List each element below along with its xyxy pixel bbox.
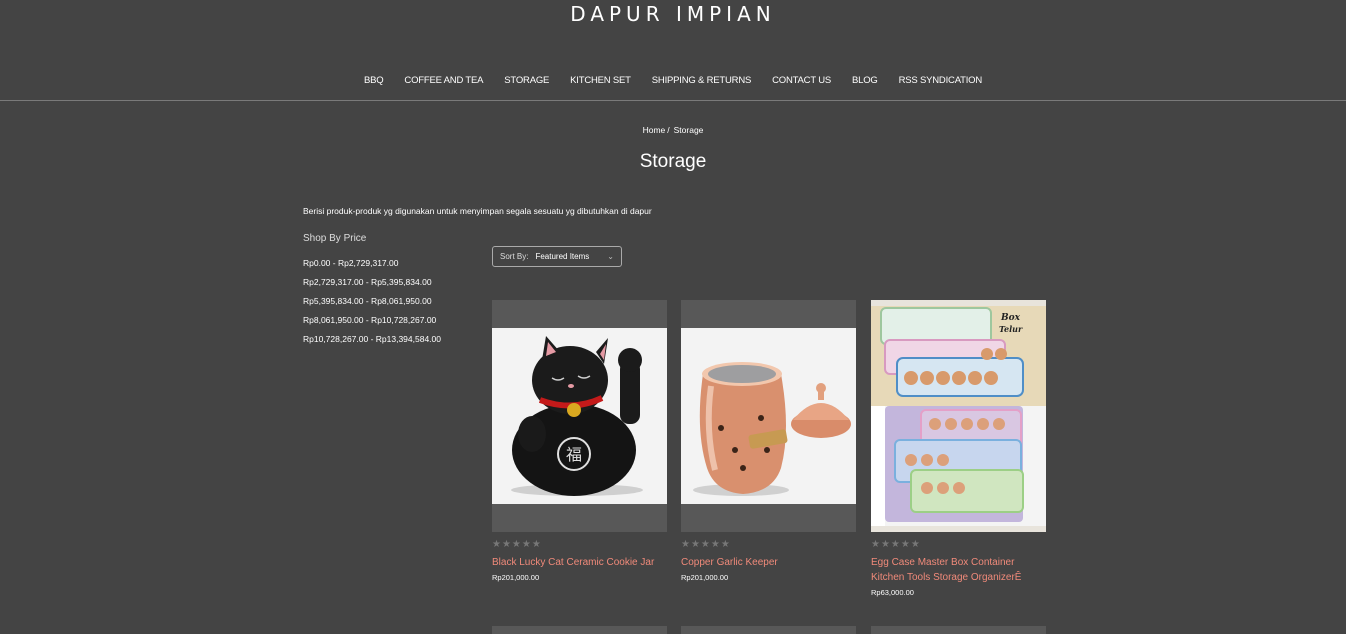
image-caption-telur: Telur bbox=[999, 324, 1023, 334]
price-range-link[interactable]: Rp5,395,834.00 - Rp8,061,950.00 bbox=[303, 292, 473, 311]
price-range-link[interactable]: Rp2,729,317.00 - Rp5,395,834.00 bbox=[303, 273, 473, 292]
nav-item-shipping-returns[interactable]: SHIPPING & RETURNS bbox=[652, 75, 752, 86]
main-nav: BBQ COFFEE AND TEA STORAGE KITCHEN SET S… bbox=[0, 75, 1346, 86]
product-price: Rp63,000.00 bbox=[871, 588, 914, 597]
product-price: Rp201,000.00 bbox=[681, 573, 729, 582]
product-card[interactable]: ★★★★★ Copper Garlic Keeper Rp201,000.00 bbox=[681, 300, 856, 582]
header-divider bbox=[0, 100, 1346, 101]
product-card-next-row[interactable] bbox=[492, 626, 667, 634]
price-filter-heading: Shop By Price bbox=[303, 233, 367, 244]
category-description: Berisi produk-produk yg digunakan untuk … bbox=[303, 206, 652, 216]
product-card-next-row[interactable] bbox=[681, 626, 856, 634]
breadcrumb-separator: / bbox=[667, 125, 670, 135]
price-filter-sidebar: Shop By Price Rp0.00 - Rp2,729,317.00 Rp… bbox=[303, 233, 473, 349]
breadcrumb-home[interactable]: Home bbox=[643, 125, 666, 135]
nav-item-contact-us[interactable]: CONTACT US bbox=[772, 75, 831, 86]
product-image[interactable]: Box Telur bbox=[871, 300, 1046, 532]
product-price: Rp201,000.00 bbox=[492, 573, 540, 582]
page-title: Storage bbox=[639, 151, 707, 172]
product-image[interactable]: 福 bbox=[492, 300, 667, 532]
price-range-link[interactable]: Rp0.00 - Rp2,729,317.00 bbox=[303, 254, 473, 273]
breadcrumb-current: Storage bbox=[673, 125, 704, 135]
product-image[interactable] bbox=[681, 300, 856, 532]
nav-item-bbq[interactable]: BBQ bbox=[364, 75, 384, 86]
chevron-down-icon: ⌄ bbox=[607, 252, 614, 261]
product-card-next-row[interactable] bbox=[871, 626, 1046, 634]
nav-item-rss-syndication[interactable]: RSS SYNDICATION bbox=[899, 75, 983, 86]
site-logo[interactable]: DAPUR IMPIAN bbox=[0, 2, 1346, 26]
product-name[interactable]: Egg Case Master Box Container Kitchen To… bbox=[871, 555, 1046, 585]
image-caption-box: Box bbox=[1000, 313, 1021, 323]
svg-text:福: 福 bbox=[566, 445, 582, 464]
star-rating: ★★★★★ bbox=[492, 539, 542, 550]
nav-item-storage[interactable]: STORAGE bbox=[504, 75, 549, 86]
product-name[interactable]: Copper Garlic Keeper bbox=[681, 555, 856, 570]
nav-item-coffee-and-tea[interactable]: COFFEE AND TEA bbox=[404, 75, 483, 86]
product-card[interactable]: 福 ★★★★★ Black Lucky Cat Ceramic Cookie J… bbox=[492, 300, 667, 582]
nav-item-kitchen-set[interactable]: KITCHEN SET bbox=[570, 75, 631, 86]
product-card[interactable]: Box Telur ★★★★★ Egg Case Master Box Cont… bbox=[871, 300, 1046, 597]
sort-by-select[interactable]: Sort By: Featured Items ⌄ bbox=[492, 246, 622, 267]
price-range-link[interactable]: Rp8,061,950.00 - Rp10,728,267.00 bbox=[303, 311, 473, 330]
star-rating: ★★★★★ bbox=[871, 539, 921, 550]
star-rating: ★★★★★ bbox=[681, 539, 731, 550]
nav-item-blog[interactable]: BLOG bbox=[852, 75, 878, 86]
product-name[interactable]: Black Lucky Cat Ceramic Cookie Jar bbox=[492, 555, 667, 570]
sort-by-value: Featured Items bbox=[535, 252, 590, 261]
sort-by-label: Sort By: bbox=[500, 252, 529, 261]
breadcrumb: Home / Storage bbox=[0, 125, 1346, 135]
price-range-link[interactable]: Rp10,728,267.00 - Rp13,394,584.00 bbox=[303, 330, 473, 349]
